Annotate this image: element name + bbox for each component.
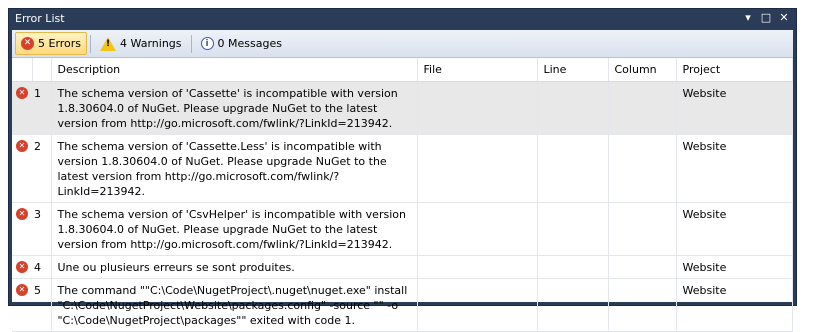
error-icon: ✕ (16, 284, 28, 296)
row-project: Website (676, 278, 793, 332)
row-file (417, 278, 538, 332)
error-icon: ✕ (21, 37, 34, 50)
header-row: Description File Line Column Project (12, 58, 793, 82)
row-line (537, 278, 609, 332)
row-description: The schema version of 'Cassette' is inco… (51, 81, 418, 135)
messages-filter-button[interactable]: i 0 Messages (195, 32, 288, 55)
error-icon: ✕ (16, 87, 28, 99)
row-number: 4 (32, 255, 52, 279)
row-description: Une ou plusieurs erreurs se sont produit… (51, 255, 418, 279)
row-file (417, 81, 538, 135)
warnings-filter-button[interactable]: 4 Warnings (94, 32, 187, 55)
line-column-header[interactable]: Line (537, 58, 609, 82)
row-column (608, 255, 677, 279)
warning-icon (100, 36, 117, 51)
table-row[interactable]: ✕ 3 The schema version of 'CsvHelper' is… (12, 202, 793, 256)
error-icon: ✕ (16, 261, 28, 273)
row-icon-cell: ✕ (12, 278, 32, 332)
row-number: 3 (32, 202, 52, 256)
errors-filter-button[interactable]: ✕ 5 Errors (15, 32, 88, 55)
row-column (608, 202, 677, 256)
row-file (417, 202, 538, 256)
row-line (537, 81, 609, 135)
error-grid: Description File Line Column Project ✕ 1… (12, 58, 793, 332)
error-list-content: ✕ 5 Errors 4 Warnings i 0 Messages (12, 30, 793, 332)
row-project: Website (676, 255, 793, 279)
messages-label: 0 Messages (217, 37, 282, 50)
maximize-icon[interactable]: □ (760, 11, 772, 24)
info-icon: i (200, 37, 214, 50)
row-line (537, 255, 609, 279)
number-column-header[interactable] (32, 58, 52, 82)
close-icon[interactable]: ✕ (778, 11, 790, 24)
row-line (537, 134, 609, 203)
icon-column-header[interactable] (12, 58, 33, 82)
row-project: Website (676, 81, 793, 135)
row-file (417, 255, 538, 279)
error-icon: ✕ (16, 140, 28, 152)
toolbar-separator (190, 34, 192, 53)
row-icon-cell: ✕ (12, 202, 32, 256)
row-description: The command ""C:\Code\NugetProject\.nuge… (51, 278, 418, 332)
row-description: The schema version of 'CsvHelper' is inc… (51, 202, 418, 256)
table-row[interactable]: ✕ 4 Une ou plusieurs erreurs se sont pro… (12, 255, 793, 279)
row-file (417, 134, 538, 203)
row-icon-cell: ✕ (12, 134, 32, 203)
row-number: 5 (32, 278, 52, 332)
row-column (608, 81, 677, 135)
error-icon: ✕ (16, 208, 28, 220)
table-row[interactable]: ✕ 5 The command ""C:\Code\NugetProject\.… (12, 278, 793, 332)
row-project: Website (676, 202, 793, 256)
row-icon-cell: ✕ (12, 81, 32, 135)
error-list-window: Error List ▾ □ ✕ ✕ 5 Errors 4 Warnings i… (8, 8, 797, 332)
row-number: 2 (32, 134, 52, 203)
row-project: Website (676, 134, 793, 203)
row-column (608, 134, 677, 203)
window-title: Error List (15, 12, 65, 25)
title-buttons: ▾ □ ✕ (742, 11, 790, 24)
file-column-header[interactable]: File (417, 58, 538, 82)
row-description: The schema version of 'Cassette.Less' is… (51, 134, 418, 203)
toolbar: ✕ 5 Errors 4 Warnings i 0 Messages (12, 30, 793, 58)
table-row[interactable]: ✕ 1 The schema version of 'Cassette' is … (12, 81, 793, 135)
dropdown-icon[interactable]: ▾ (742, 11, 754, 24)
toolbar-separator (90, 34, 92, 53)
row-column (608, 278, 677, 332)
row-icon-cell: ✕ (12, 255, 32, 279)
row-number: 1 (32, 81, 52, 135)
project-column-header[interactable]: Project (676, 58, 793, 82)
description-column-header[interactable]: Description (51, 58, 418, 82)
column-column-header[interactable]: Column (608, 58, 677, 82)
error-table: Description File Line Column Project ✕ 1… (12, 58, 793, 332)
row-line (537, 202, 609, 256)
title-bar[interactable]: Error List ▾ □ ✕ (9, 9, 796, 29)
errors-label: 5 Errors (38, 37, 82, 50)
table-row[interactable]: ✕ 2 The schema version of 'Cassette.Less… (12, 134, 793, 203)
warnings-label: 4 Warnings (120, 37, 182, 50)
